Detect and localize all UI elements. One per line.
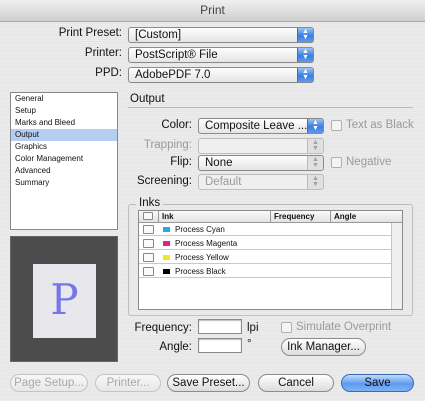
screening-popup[interactable]: Default ▲ ▼ <box>198 174 324 190</box>
angle-column-header[interactable]: Angle <box>331 211 402 223</box>
printer-popup[interactable]: PostScript® File ▲ ▼ <box>128 47 314 63</box>
print-preset-popup[interactable]: [Custom] ▲ ▼ <box>128 27 314 43</box>
printer-column-header <box>139 211 159 223</box>
inks-scrollbar[interactable] <box>391 223 402 309</box>
flip-value: None <box>205 157 233 169</box>
frequency-field[interactable] <box>198 319 242 334</box>
trapping-label: Trapping: <box>143 139 192 151</box>
ink-column-header[interactable]: Ink <box>159 211 271 223</box>
updown-arrows-icon: ▲ ▼ <box>297 28 313 42</box>
updown-arrows-icon: ▲ ▼ <box>307 139 323 153</box>
angle-field[interactable] <box>198 338 242 353</box>
sidebar-item-graphics[interactable]: Graphics <box>11 141 117 153</box>
text-as-black-checkbox[interactable] <box>331 120 342 131</box>
output-divider <box>128 107 413 108</box>
screening-value: Default <box>205 176 242 188</box>
sidebar-item-advanced[interactable]: Advanced <box>11 165 117 177</box>
ink-name: Process Cyan <box>175 225 225 234</box>
frequency-label: Frequency: <box>134 322 192 334</box>
sidebar-item-color-management[interactable]: Color Management <box>11 153 117 165</box>
updown-arrows-icon: ▲ ▼ <box>307 156 323 170</box>
simulate-overprint-label: Simulate Overprint <box>296 321 392 333</box>
negative-label: Negative <box>346 156 392 168</box>
sidebar-item-summary[interactable]: Summary <box>11 177 117 189</box>
page-preview: P <box>10 236 118 362</box>
updown-arrows-icon: ▲ ▼ <box>307 175 323 189</box>
ink-manager-button[interactable]: Ink Manager... <box>281 338 366 356</box>
angle-label: Angle: <box>159 341 192 353</box>
printer-icon <box>143 212 153 220</box>
page-setup-button[interactable]: Page Setup... <box>10 374 88 392</box>
ppd-popup[interactable]: AdobePDF 7.0 ▲ ▼ <box>128 67 314 83</box>
ink-swatch <box>163 227 170 232</box>
screening-label: Screening: <box>137 175 192 187</box>
preview-glyph: P <box>50 275 79 324</box>
updown-arrows-icon: ▲ ▼ <box>297 48 313 62</box>
trapping-popup[interactable]: ▲ ▼ <box>198 138 324 154</box>
table-row[interactable]: Process Yellow <box>139 251 391 264</box>
ink-swatch <box>163 241 170 246</box>
color-label: Color: <box>161 119 192 131</box>
frequency-unit: lpi <box>247 322 259 334</box>
category-list[interactable]: General Setup Marks and Bleed Output Gra… <box>10 92 118 230</box>
print-preset-label: Print Preset: <box>58 27 122 39</box>
flip-label: Flip: <box>170 156 192 168</box>
window-title: Print <box>0 0 425 22</box>
table-row[interactable]: Process Black <box>139 265 391 278</box>
ink-swatch <box>163 255 170 260</box>
sidebar-item-marks-and-bleed[interactable]: Marks and Bleed <box>11 117 117 129</box>
save-preset-button[interactable]: Save Preset... <box>167 374 250 392</box>
ink-swatch <box>163 269 170 274</box>
sidebar-item-setup[interactable]: Setup <box>11 105 117 117</box>
printer-button[interactable]: Printer... <box>95 374 161 392</box>
frequency-column-header[interactable]: Frequency <box>271 211 331 223</box>
printer-icon[interactable] <box>143 267 154 276</box>
printer-icon[interactable] <box>143 253 154 262</box>
negative-checkbox[interactable] <box>331 157 342 168</box>
cancel-button[interactable]: Cancel <box>258 374 334 392</box>
updown-arrows-icon: ▲ ▼ <box>307 119 323 133</box>
ink-name: Process Magenta <box>175 239 238 248</box>
angle-unit: ° <box>247 338 252 350</box>
inks-section-title: Inks <box>136 197 164 209</box>
text-as-black-label: Text as Black <box>346 119 414 131</box>
simulate-overprint-checkbox[interactable] <box>281 322 292 333</box>
sidebar-item-output[interactable]: Output <box>11 129 117 141</box>
printer-value: PostScript® File <box>135 49 218 61</box>
sidebar-item-general[interactable]: General <box>11 93 117 105</box>
preview-page: P <box>33 264 96 338</box>
printer-icon[interactable] <box>143 225 154 234</box>
updown-arrows-icon: ▲ ▼ <box>297 68 313 82</box>
print-preset-value: [Custom] <box>135 29 182 41</box>
color-popup[interactable]: Composite Leave ... ▲ ▼ <box>198 118 324 134</box>
printer-label: Printer: <box>84 47 122 59</box>
ink-name: Process Yellow <box>175 253 229 262</box>
ppd-label: PPD: <box>95 67 122 79</box>
printer-icon[interactable] <box>143 239 154 248</box>
table-row[interactable]: Process Magenta <box>139 237 391 250</box>
table-row[interactable]: Process Cyan <box>139 223 391 236</box>
output-section-title: Output <box>130 93 165 105</box>
save-button[interactable]: Save <box>341 374 414 392</box>
ppd-value: AdobePDF 7.0 <box>135 69 211 81</box>
ink-name: Process Black <box>175 267 226 276</box>
color-value: Composite Leave ... <box>205 120 308 132</box>
inks-table[interactable]: Ink Frequency Angle Process Cyan Process… <box>138 210 403 310</box>
flip-popup[interactable]: None ▲ ▼ <box>198 155 324 171</box>
